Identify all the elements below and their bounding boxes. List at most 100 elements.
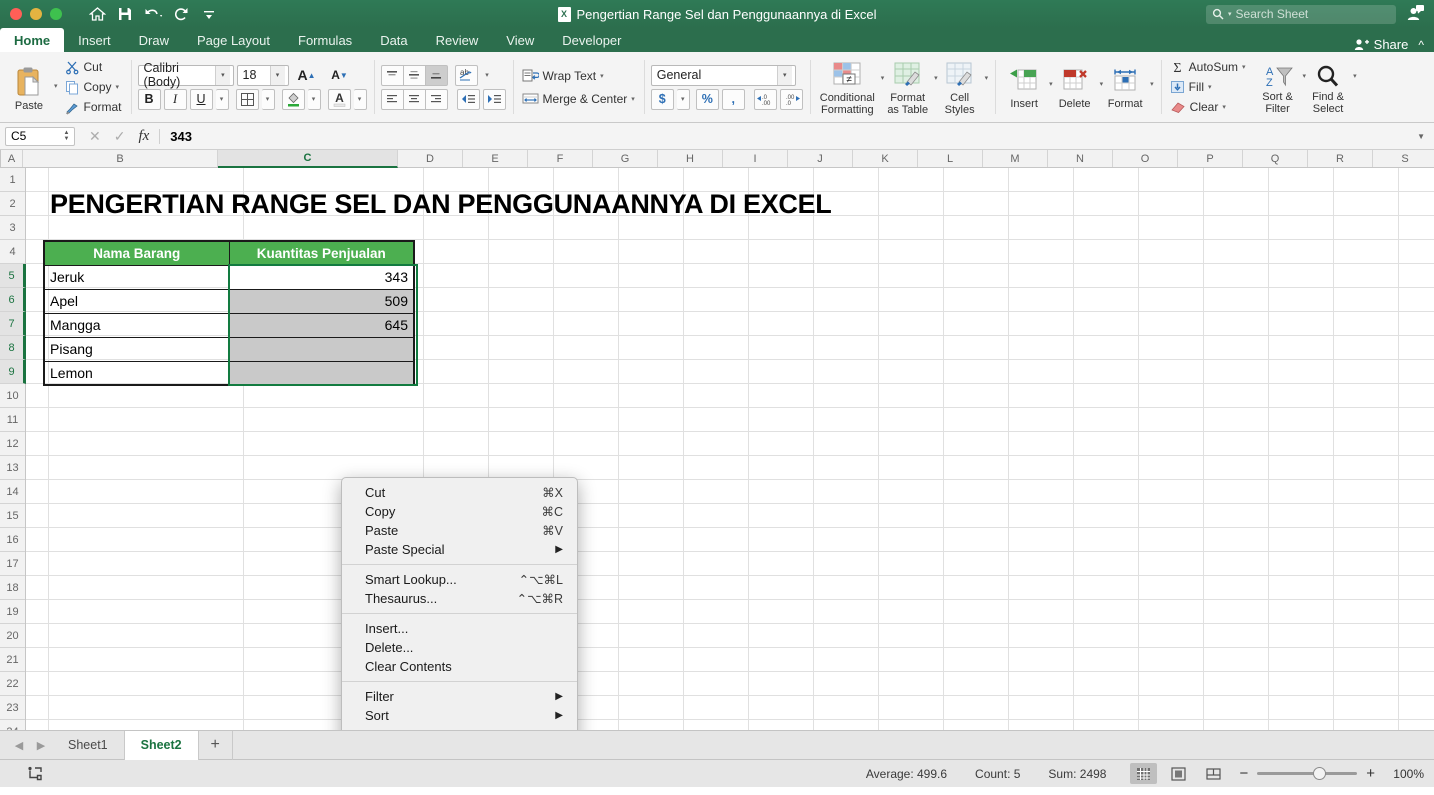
share-button[interactable]: Share (1354, 37, 1408, 52)
orientation-dropdown-icon[interactable]: ▾ (481, 65, 494, 86)
increase-indent-button[interactable] (482, 88, 506, 110)
page-layout-view-button[interactable] (1165, 763, 1192, 784)
row-header-12[interactable]: 12 (0, 432, 25, 456)
column-header-p[interactable]: P (1178, 150, 1243, 167)
context-menu-item-thesaurus[interactable]: Thesaurus... ⌃⌥⌘R (342, 589, 577, 608)
column-header-i[interactable]: I (723, 150, 788, 167)
tab-data[interactable]: Data (366, 28, 421, 52)
autosum-dropdown-icon[interactable]: ▾ (1242, 63, 1246, 71)
normal-view-button[interactable] (1130, 763, 1158, 784)
increase-font-size-button[interactable]: A ▲ (292, 65, 322, 86)
copy-dropdown-icon[interactable]: ▾ (116, 83, 120, 91)
wrap-text-button[interactable]: Wrap Text ▾ (520, 68, 637, 84)
context-menu-item-clear-contents[interactable]: Clear Contents (342, 657, 577, 676)
bold-button[interactable]: B (137, 88, 161, 110)
find-select-dropdown-icon[interactable]: ▾ (1353, 72, 1357, 80)
cell-qty-4[interactable] (228, 336, 415, 362)
row-header-4[interactable]: 4 (0, 240, 25, 264)
zoom-out-button[interactable]: − (1239, 765, 1248, 782)
row-header-14[interactable]: 14 (0, 480, 25, 504)
decrease-indent-button[interactable] (456, 88, 480, 110)
cell-nama-4[interactable]: Pisang (43, 336, 230, 362)
sort-filter-button[interactable]: A Z Sort & Filter (1256, 58, 1300, 117)
column-header-a[interactable]: A (1, 150, 23, 167)
row-header-5[interactable]: 5 (0, 264, 26, 288)
percent-button[interactable]: % (695, 88, 719, 110)
tab-formulas[interactable]: Formulas (284, 28, 366, 52)
column-header-s[interactable]: S (1373, 150, 1434, 167)
fill-color-dropdown-icon[interactable]: ▾ (307, 88, 321, 110)
row-header-9[interactable]: 9 (0, 360, 26, 384)
font-family-input[interactable]: Calibri (Body) ▾ (137, 61, 234, 89)
row-header-19[interactable]: 19 (0, 600, 25, 624)
currency-button[interactable]: $ (650, 88, 674, 110)
autosum-button[interactable]: Σ AutoSum ▾ (1168, 59, 1248, 75)
context-menu-item-delete[interactable]: Delete... (342, 638, 577, 657)
paste-button[interactable]: Paste (7, 60, 51, 114)
cell-styles-dropdown-icon[interactable]: ▾ (985, 74, 989, 82)
font-family-dropdown-icon[interactable]: ▾ (215, 65, 230, 85)
row-header-7[interactable]: 7 (0, 312, 26, 336)
align-right-button[interactable] (424, 88, 448, 110)
align-top-button[interactable] (380, 64, 404, 86)
collapse-ribbon-icon[interactable]: ^ (1418, 38, 1424, 52)
column-header-f[interactable]: F (528, 150, 593, 167)
cells-area[interactable]: PENGERTIAN RANGE SEL DAN PENGGUNAANNYA D… (26, 168, 1434, 730)
search-input[interactable]: ▾ Search Sheet (1206, 4, 1396, 24)
zoom-in-button[interactable]: + (1366, 765, 1375, 782)
formula-bar-value[interactable]: 343 (170, 129, 192, 144)
context-menu-item-paste-special[interactable]: Paste Special ▶ (342, 540, 577, 559)
maximize-window-button[interactable] (50, 8, 62, 20)
cell-qty-1[interactable]: 343 (228, 264, 415, 290)
tab-home[interactable]: Home (0, 28, 65, 52)
underline-button[interactable]: U (189, 88, 213, 110)
sheet-tab-sheet1[interactable]: Sheet1 (52, 730, 125, 760)
zoom-slider-knob[interactable] (1313, 767, 1327, 780)
currency-dropdown-icon[interactable]: ▾ (676, 88, 690, 110)
row-header-21[interactable]: 21 (0, 648, 25, 672)
tab-draw[interactable]: Draw (125, 28, 183, 52)
previous-sheet-icon[interactable]: ◀ (8, 739, 30, 752)
row-header-23[interactable]: 23 (0, 696, 25, 720)
find-select-button[interactable]: Find & Select (1306, 58, 1350, 117)
expand-formula-bar-icon[interactable]: ▼ (1417, 132, 1434, 141)
row-header-2[interactable]: 2 (0, 192, 25, 216)
name-box[interactable]: C5 ▲ ▼ (5, 126, 75, 146)
column-header-c[interactable]: C (218, 150, 398, 168)
align-middle-button[interactable] (402, 64, 426, 86)
context-menu-item-smart-lookup[interactable]: Smart Lookup... ⌃⌥⌘L (342, 570, 577, 589)
cell-qty-2[interactable]: 509 (228, 288, 415, 314)
undo-icon[interactable] (140, 3, 166, 25)
column-header-m[interactable]: M (983, 150, 1048, 167)
row-header-3[interactable]: 3 (0, 216, 25, 240)
context-menu-item-sort[interactable]: Sort ▶ (342, 706, 577, 725)
context-menu-item-cut[interactable]: Cut ⌘X (342, 483, 577, 502)
italic-button[interactable]: I (163, 88, 187, 110)
confirm-entry-icon[interactable]: ✓ (114, 128, 126, 145)
cell-qty-3[interactable]: 645 (228, 312, 415, 338)
align-left-button[interactable] (380, 88, 404, 110)
page-break-view-button[interactable] (1200, 763, 1227, 784)
row-header-8[interactable]: 8 (0, 336, 26, 360)
tab-page-layout[interactable]: Page Layout (183, 28, 284, 52)
cell-nama-5[interactable]: Lemon (43, 360, 230, 386)
format-cells-dropdown-icon[interactable]: ▾ (1150, 80, 1154, 88)
context-menu[interactable]: Cut ⌘X Copy ⌘C Paste ⌘V Paste Special ▶ Smart Lo… (341, 477, 578, 730)
row-header-20[interactable]: 20 (0, 624, 25, 648)
clear-dropdown-icon[interactable]: ▾ (1222, 103, 1226, 111)
number-format-dropdown-icon[interactable]: ▾ (776, 65, 792, 85)
home-icon[interactable] (84, 3, 110, 25)
borders-dropdown-icon[interactable]: ▾ (261, 88, 275, 110)
row-header-16[interactable]: 16 (0, 528, 25, 552)
format-painter-button[interactable]: Format (63, 99, 124, 116)
column-header-j[interactable]: J (788, 150, 853, 167)
row-header-6[interactable]: 6 (0, 288, 26, 312)
delete-cells-button[interactable]: Delete (1053, 63, 1097, 112)
tab-developer[interactable]: Developer (548, 28, 635, 52)
sheet-title-cell[interactable]: PENGERTIAN RANGE SEL DAN PENGGUNAANNYA D… (50, 191, 832, 218)
cut-button[interactable]: Cut (63, 59, 124, 76)
redo-icon[interactable] (168, 3, 194, 25)
orientation-button[interactable]: ab (454, 64, 478, 86)
cell-nama-2[interactable]: Apel (43, 288, 230, 314)
cell-styles-button[interactable]: Cell Styles (938, 57, 982, 118)
